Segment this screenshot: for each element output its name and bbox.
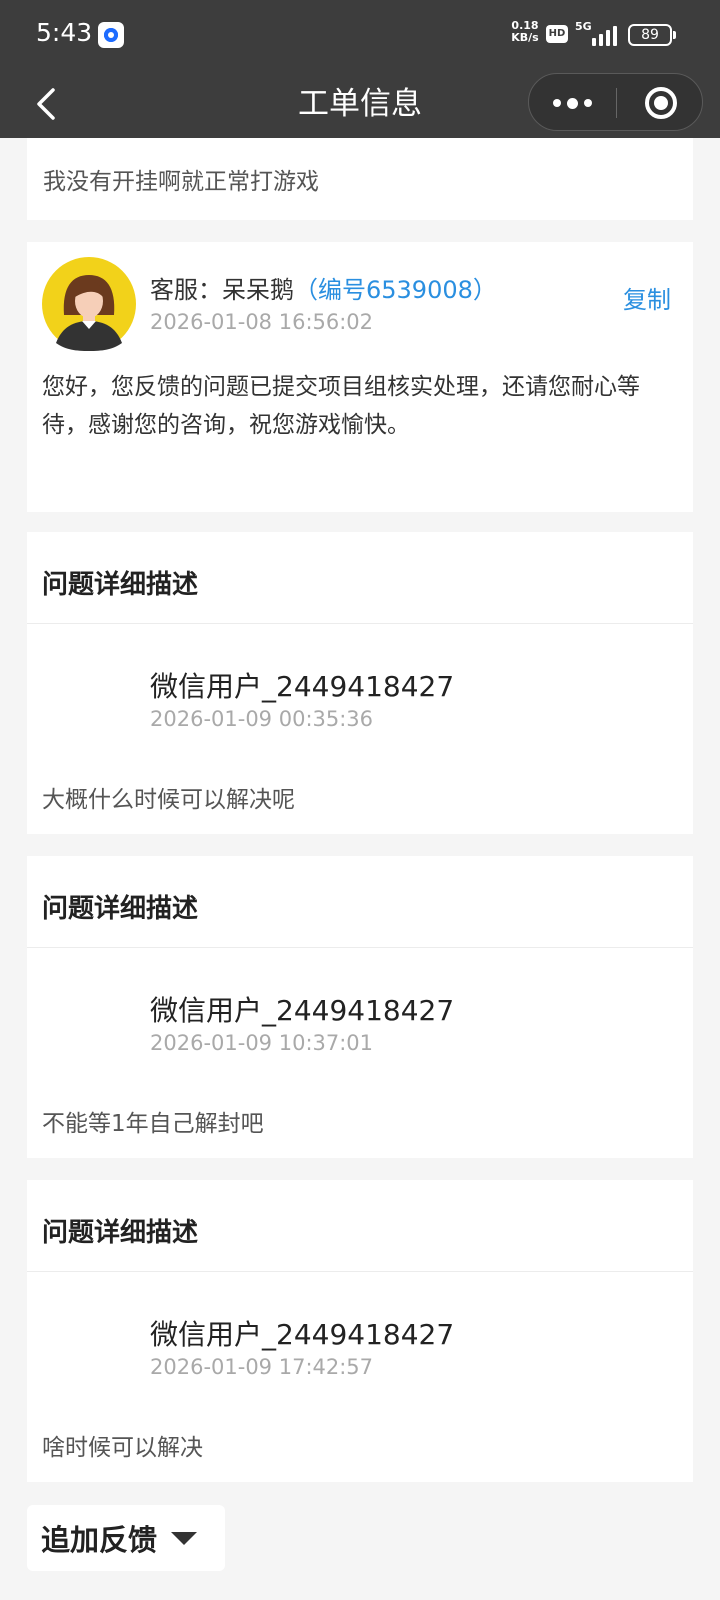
status-time: 5:43 <box>36 18 93 47</box>
issue-description-card: 问题详细描述 微信用户_2449418427 2026-01-09 10:37:… <box>27 856 693 1158</box>
mini-program-capsule <box>528 73 703 131</box>
battery-icon: 89 <box>628 24 676 46</box>
user-message: 不能等1年自己解封吧 <box>42 1111 264 1137</box>
user-message: 大概什么时候可以解决呢 <box>42 787 295 813</box>
agent-reply-time: 2026-01-08 16:56:02 <box>150 310 374 334</box>
issue-description-title: 问题详细描述 <box>42 570 199 600</box>
more-dot-icon <box>553 99 561 107</box>
user-name: 微信用户_2449418427 <box>150 994 455 1027</box>
user-name: 微信用户_2449418427 <box>150 670 455 703</box>
notification-app-icon <box>98 22 124 48</box>
back-arrow-icon <box>37 88 55 120</box>
copy-button[interactable]: 复制 <box>623 280 671 315</box>
signal-icon <box>590 24 622 46</box>
status-bar: 5:43 0.18 KB/s HD 5G 89 <box>0 0 720 70</box>
agent-reply-card: 客服：呆呆鹅（编号6539008） 2026-01-08 16:56:02 复制… <box>27 242 693 512</box>
add-feedback-button[interactable]: 追加反馈 <box>27 1505 225 1571</box>
user-message: 啥时候可以解决 <box>42 1435 203 1461</box>
divider <box>27 1271 693 1272</box>
add-feedback-label: 追加反馈 <box>41 1523 158 1557</box>
hd-badge: HD <box>546 25 568 43</box>
user-message-time: 2026-01-09 10:37:01 <box>150 1031 374 1055</box>
net-speed: 0.18 KB/s <box>511 19 539 44</box>
agent-id: （编号6539008） <box>294 276 497 304</box>
agent-avatar <box>42 257 136 351</box>
issue-description-title: 问题详细描述 <box>42 1218 199 1248</box>
agent-reply-message: 您好，您反馈的问题已提交项目组核实处理，还请您耐心等待，感谢您的咨询，祝您游戏愉… <box>42 374 640 438</box>
top-bar: 5:43 0.18 KB/s HD 5G 89 工单信息 <box>0 0 720 138</box>
caret-down-icon <box>171 1531 198 1545</box>
issue-description-card: 问题详细描述 微信用户_2449418427 2026-01-09 17:42:… <box>27 1180 693 1482</box>
issue-description-card: 问题详细描述 微信用户_2449418427 2026-01-09 00:35:… <box>27 532 693 834</box>
back-button[interactable] <box>24 82 68 126</box>
divider <box>27 947 693 948</box>
user-name: 微信用户_2449418427 <box>150 1318 455 1351</box>
agent-name: 客服：呆呆鹅（编号6539008） <box>150 276 497 304</box>
target-close-icon <box>644 87 677 119</box>
previous-message-card: 我没有开挂啊就正常打游戏 <box>27 138 693 220</box>
divider <box>27 623 693 624</box>
close-mini-program-button[interactable] <box>617 74 704 132</box>
user-message-time: 2026-01-09 17:42:57 <box>150 1355 374 1379</box>
more-dot-icon <box>567 97 578 109</box>
user-message-time: 2026-01-09 00:35:36 <box>150 707 374 731</box>
more-dot-icon <box>584 99 592 107</box>
nav-bar: 工单信息 <box>0 70 720 138</box>
issue-description-title: 问题详细描述 <box>42 894 199 924</box>
previous-message-text: 我没有开挂啊就正常打游戏 <box>43 169 319 195</box>
more-button[interactable] <box>529 74 616 132</box>
